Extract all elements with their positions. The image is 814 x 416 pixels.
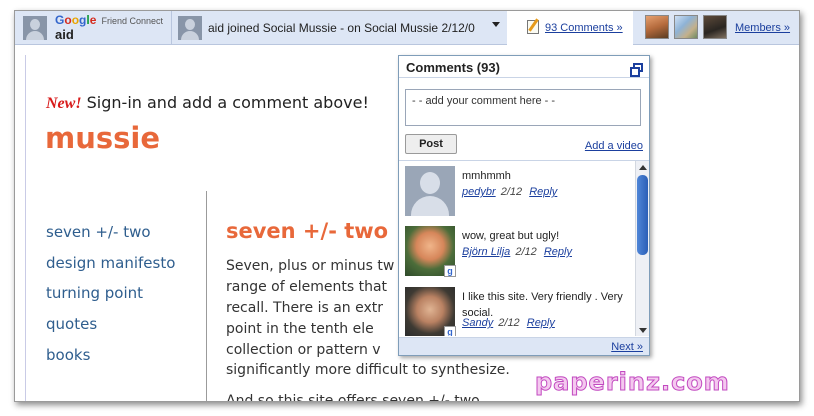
friend-connect-label: Friend Connect <box>101 16 164 26</box>
nav-divider <box>206 191 207 401</box>
member-avatar[interactable] <box>703 15 727 39</box>
post-text-line: recall. There is an extr <box>226 300 384 316</box>
comments-popup-header: Comments (93) <box>399 56 649 78</box>
sign-in-text: Sign-in and add a comment above! <box>81 93 369 112</box>
blog-title[interactable]: mussie <box>45 121 160 155</box>
comment-author-link[interactable]: pedybr <box>462 186 496 198</box>
commenter-avatar[interactable]: g <box>405 226 456 277</box>
comments-popup-footer: Next » <box>399 337 649 355</box>
comment-list-scrollbar[interactable] <box>635 161 649 336</box>
page-frame: Google Friend Connect aid aid joined Soc… <box>14 10 800 402</box>
activity-ticker[interactable]: aid joined Social Mussie - on Social Mus… <box>171 11 507 45</box>
member-avatar[interactable] <box>674 15 698 39</box>
nav-item-design-manifesto[interactable]: design manifesto <box>46 254 175 272</box>
comment-text: mmhmmh <box>462 170 511 182</box>
activity-text: aid joined Social Mussie - on Social Mus… <box>208 21 475 35</box>
nav-item-books[interactable]: books <box>46 346 90 364</box>
friend-connect-logo: Google Friend Connect <box>55 13 163 27</box>
reply-link[interactable]: Reply <box>544 246 572 258</box>
sign-in-notice: New! Sign-in and add a comment above! <box>46 93 369 113</box>
members-link[interactable]: Members » <box>735 22 790 34</box>
nav-item-quotes[interactable]: quotes <box>46 315 97 333</box>
post-text-line: range of elements that <box>226 279 388 295</box>
comment-date: 2/12 <box>515 246 537 258</box>
post-text-line: collection or pattern v <box>226 342 381 358</box>
comment-list[interactable]: mmhmmh pedybr 2/12 Reply g wow, great bu… <box>399 160 649 336</box>
add-video-link[interactable]: Add a video <box>585 140 643 152</box>
comments-tab[interactable]: 93 Comments » <box>507 11 633 45</box>
user-name[interactable]: aid <box>55 27 74 42</box>
post-text-line: Seven, plus or minus tw <box>226 258 395 274</box>
comment-date: 2/12 <box>498 317 520 329</box>
chevron-down-icon[interactable] <box>492 22 500 27</box>
commenter-avatar[interactable]: g <box>405 287 456 336</box>
scrollbar-thumb[interactable] <box>637 175 648 255</box>
reply-link[interactable]: Reply <box>529 186 557 198</box>
comment-meta: pedybr 2/12 Reply <box>462 186 557 198</box>
comments-popup: Comments (93) - - add your comment here … <box>398 55 650 356</box>
user-avatar[interactable] <box>23 16 47 40</box>
nav-item-seven-plus-minus-two[interactable]: seven +/- two <box>46 223 151 241</box>
google-logo: Google <box>55 13 97 27</box>
comments-link[interactable]: 93 Comments » <box>545 22 623 34</box>
comment-item: mmhmmh pedybr 2/12 Reply <box>405 166 629 220</box>
google-badge-icon: g <box>444 265 456 277</box>
new-label: New! <box>46 95 82 112</box>
google-badge-icon: g <box>444 326 456 336</box>
post-button[interactable]: Post <box>405 134 457 154</box>
comment-meta: Björn Lilja 2/12 Reply <box>462 246 572 258</box>
next-page-link[interactable]: Next » <box>611 341 643 353</box>
post-text-line: point in the tenth ele <box>226 321 374 337</box>
reply-link[interactable]: Reply <box>527 317 555 329</box>
comment-meta: Sandy 2/12 Reply <box>462 317 555 329</box>
nav-item-turning-point[interactable]: turning point <box>46 284 143 302</box>
friend-connect-bar: Google Friend Connect aid aid joined Soc… <box>15 11 799 45</box>
post-text-line: significantly more difficult to synthesi… <box>226 362 510 378</box>
comment-item: g wow, great but ugly! Björn Lilja 2/12 … <box>405 226 629 280</box>
scroll-up-arrow-icon[interactable] <box>639 165 647 170</box>
watermark: paperinz.com <box>535 368 730 397</box>
post-title[interactable]: seven +/- two <box>226 219 388 243</box>
post-text-line: And so this site offers seven +/- two <box>226 393 480 402</box>
comment-date: 2/12 <box>500 186 523 198</box>
comment-author-link[interactable]: Sandy <box>462 317 493 329</box>
comments-popup-title: Comments (93) <box>406 60 500 75</box>
comment-pencil-icon <box>527 20 539 34</box>
scroll-down-arrow-icon[interactable] <box>639 328 647 333</box>
member-avatar[interactable] <box>645 15 669 39</box>
comment-text: wow, great but ugly! <box>462 230 560 242</box>
activity-avatar <box>178 16 202 40</box>
comment-author-link[interactable]: Björn Lilja <box>462 246 510 258</box>
comment-input[interactable]: - - add your comment here - - <box>405 89 641 126</box>
commenter-avatar[interactable] <box>405 166 455 216</box>
comment-item: g I like this site. Very friendly . Very… <box>405 287 629 336</box>
popout-window-icon[interactable] <box>630 63 643 77</box>
